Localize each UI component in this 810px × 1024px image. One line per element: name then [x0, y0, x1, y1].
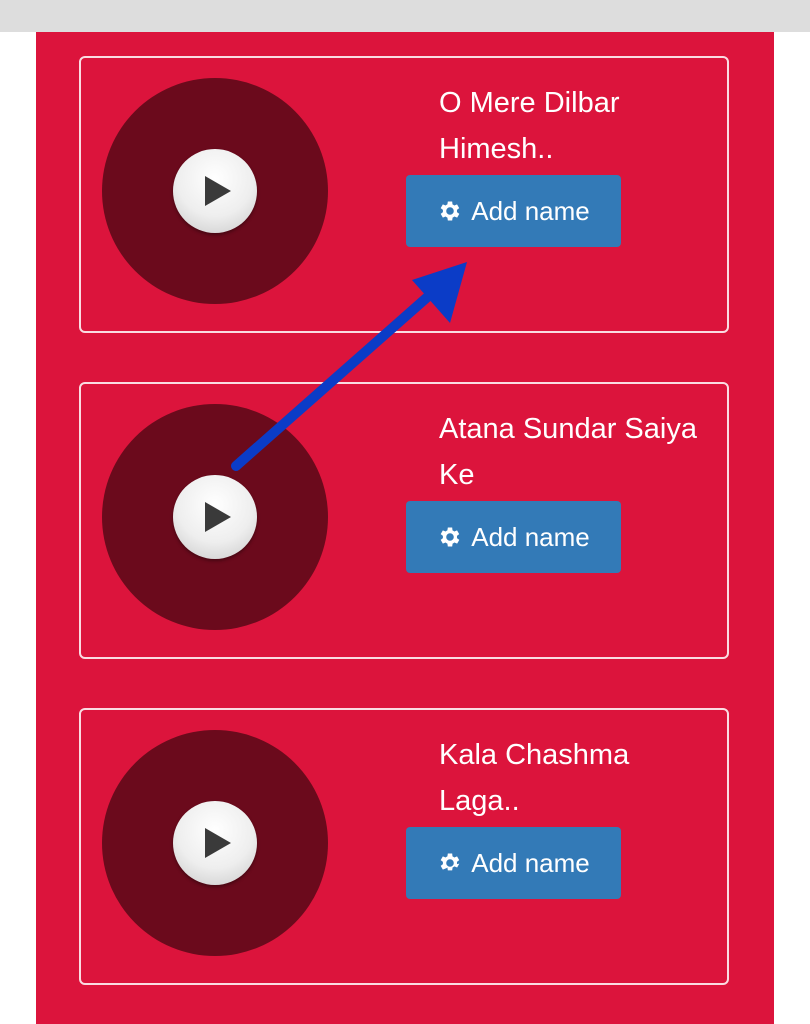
add-name-button[interactable]: Add name	[406, 501, 621, 573]
song-title: O Mere Dilbar Himesh..	[439, 87, 620, 165]
gear-icon	[440, 201, 460, 221]
song-disc	[102, 404, 328, 630]
gear-icon	[440, 853, 460, 871]
song-disc	[102, 730, 328, 956]
top-bar	[0, 0, 810, 32]
play-button[interactable]	[173, 801, 257, 885]
song-card: Atana Sundar Saiya Ke Add name	[79, 382, 729, 659]
play-button[interactable]	[173, 475, 257, 559]
song-disc	[102, 78, 328, 304]
song-card: Kala Chashma Laga.. Add name	[79, 708, 729, 985]
add-name-button[interactable]: Add name	[406, 827, 621, 899]
play-button[interactable]	[173, 149, 257, 233]
play-icon	[205, 176, 231, 206]
gear-icon	[440, 527, 460, 547]
add-name-label: Add name	[471, 195, 590, 226]
add-name-label: Add name	[471, 521, 590, 552]
play-icon	[205, 828, 231, 858]
song-title: Kala Chashma Laga..	[439, 739, 630, 817]
play-icon	[205, 502, 231, 532]
add-name-label: Add name	[471, 847, 590, 878]
add-name-button[interactable]: Add name	[406, 175, 621, 247]
song-card: O Mere Dilbar Himesh.. Add name	[79, 56, 729, 333]
song-title: Atana Sundar Saiya Ke	[439, 413, 697, 491]
